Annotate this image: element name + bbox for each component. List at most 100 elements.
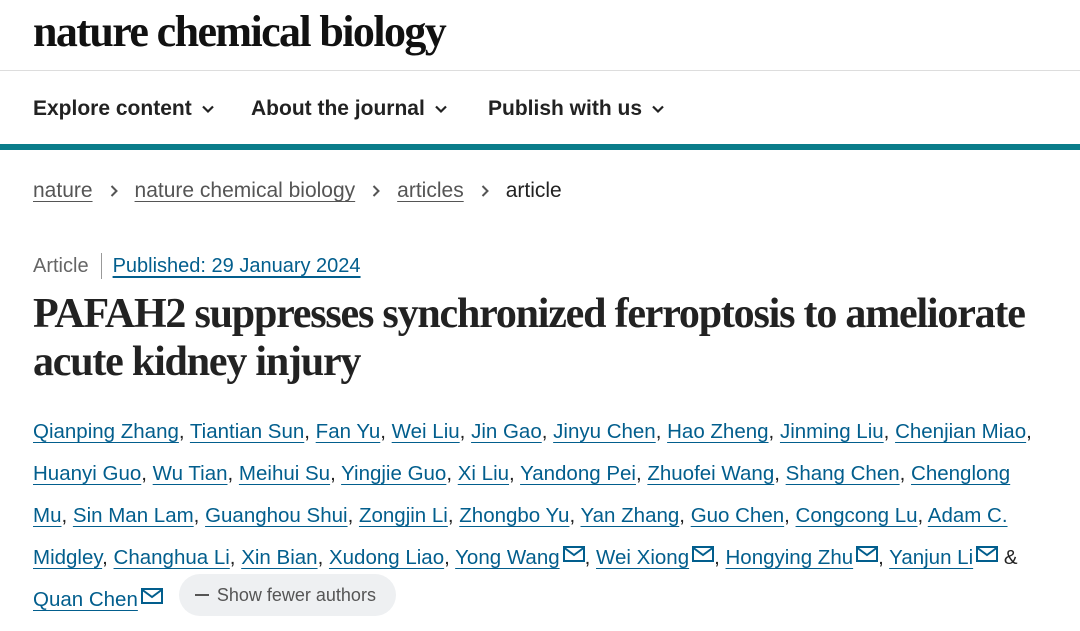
main-nav: Explore content About the journal Publis… (0, 71, 1080, 145)
breadcrumb: nature nature chemical biology articles … (33, 178, 562, 204)
author-name-link[interactable]: Wei Liu (392, 420, 460, 443)
author-item: Zhongbo Yu (459, 504, 569, 527)
show-fewer-label: Show fewer authors (216, 584, 376, 605)
author-name-link[interactable]: Xudong Liao (329, 546, 444, 569)
author-item: Wei Liu (392, 420, 460, 443)
article-title: PAFAH2 suppresses synchronized ferroptos… (33, 291, 1026, 385)
author-name-link[interactable]: Shang Chen (786, 462, 900, 485)
author-name-link[interactable]: Wei Xiong (596, 546, 689, 569)
nav-item-label: About the journal (251, 97, 425, 120)
author-item: Sin Man Lam (73, 504, 194, 527)
author-item: Zhuofei Wang (647, 462, 774, 485)
author-name-link[interactable]: Xi Liu (458, 462, 509, 485)
author-item: Chenjian Miao (895, 420, 1026, 443)
author-item: Guo Chen (691, 504, 784, 527)
author-item: Zongjin Li (359, 504, 448, 527)
meta-divider (100, 253, 102, 279)
author-item: Quan Chen (33, 588, 163, 611)
chevron-down-icon (201, 105, 214, 114)
chevron-down-icon (652, 105, 664, 114)
author-name-link[interactable]: Sin Man Lam (73, 504, 194, 527)
author-name-link[interactable]: Jinming Liu (780, 420, 884, 443)
author-item: Jinming Liu (780, 420, 884, 443)
author-name-link[interactable]: Yandong Pei (520, 462, 636, 485)
nav-explore-content[interactable]: Explore content (33, 97, 216, 121)
author-name-link[interactable]: Jinyu Chen (553, 420, 656, 443)
author-item: Shang Chen (786, 462, 900, 485)
author-name-link[interactable]: Quan Chen (33, 588, 138, 611)
author-item: Wu Tian (153, 462, 228, 485)
breadcrumb-journal[interactable]: nature chemical biology (135, 178, 356, 204)
author-item: Yandong Pei (520, 462, 636, 485)
breadcrumb-articles[interactable]: articles (397, 178, 464, 204)
author-item: Tiantian Sun (190, 420, 304, 443)
author-name-link[interactable]: Meihui Su (239, 462, 330, 485)
author-item: Xin Bian (241, 546, 317, 569)
nav-item-label: Publish with us (488, 97, 643, 120)
author-name-link[interactable]: Tiantian Sun (190, 420, 304, 443)
author-name-link[interactable]: Yong Wang (455, 546, 559, 569)
author-item: Congcong Lu (796, 504, 918, 527)
author-item: Jin Gao (471, 420, 542, 443)
author-item: Yan Zhang (581, 504, 680, 527)
author-item: Guanghou Shui (205, 504, 347, 527)
author-name-link[interactable]: Huanyi Guo (33, 462, 141, 485)
journal-logo[interactable]: nature chemical biology (33, 8, 447, 56)
author-item: Yingjie Guo (341, 462, 446, 485)
author-name-link[interactable]: Yanjun Li (889, 546, 973, 569)
author-name-link[interactable]: Guanghou Shui (205, 504, 347, 527)
author-item: Huanyi Guo (33, 462, 141, 485)
author-item: Xi Liu (458, 462, 509, 485)
breadcrumb-nature[interactable]: nature (33, 178, 93, 204)
author-name-link[interactable]: Yingjie Guo (341, 462, 446, 485)
author-name-link[interactable]: Hongying Zhu (726, 546, 854, 569)
author-item: Yong Wang (455, 546, 585, 569)
author-item: Changhua Li (114, 546, 230, 569)
author-list: Qianping Zhang, Tiantian Sun, Fan Yu, We… (33, 411, 1043, 622)
author-name-link[interactable]: Yan Zhang (581, 504, 680, 527)
author-item: Hongying Zhu (726, 546, 879, 569)
mail-icon[interactable] (976, 546, 999, 562)
author-name-link[interactable]: Chenjian Miao (895, 420, 1026, 443)
author-name-link[interactable]: Zhuofei Wang (647, 462, 774, 485)
author-name-link[interactable]: Zhongbo Yu (459, 504, 569, 527)
author-separator: & (1003, 546, 1018, 569)
author-item: Fan Yu (316, 420, 381, 443)
nav-item-label: Explore content (33, 97, 192, 120)
author-name-link[interactable]: Changhua Li (114, 546, 230, 569)
chevron-down-icon (435, 105, 447, 114)
chevron-right-icon (372, 185, 381, 197)
author-item: Hao Zheng (667, 420, 768, 443)
author-item: Jinyu Chen (553, 420, 656, 443)
masthead: nature chemical biology (0, 0, 1080, 71)
nav-accent-rule (0, 144, 1080, 150)
mail-icon[interactable] (692, 546, 715, 562)
author-name-link[interactable]: Zongjin Li (359, 504, 448, 527)
author-item: Qianping Zhang (33, 420, 179, 443)
breadcrumb-current: article (505, 179, 562, 202)
author-name-link[interactable]: Wu Tian (153, 462, 228, 485)
author-name-link[interactable]: Hao Zheng (667, 420, 768, 443)
author-name-link[interactable]: Jin Gao (471, 420, 542, 443)
mail-icon[interactable] (562, 546, 585, 562)
author-name-link[interactable]: Congcong Lu (796, 504, 918, 527)
nav-about-the-journal[interactable]: About the journal (251, 97, 449, 121)
mail-icon[interactable] (140, 588, 163, 604)
author-item: Wei Xiong (596, 546, 715, 569)
minus-icon (194, 593, 209, 596)
article-type: Article (33, 255, 89, 277)
published-date-link[interactable]: Published: 29 January 2024 (113, 253, 361, 279)
chevron-right-icon (110, 185, 118, 197)
chevron-right-icon (481, 185, 489, 197)
author-name-link[interactable]: Fan Yu (316, 420, 381, 443)
author-item: Xudong Liao (329, 546, 444, 569)
mail-icon[interactable] (856, 546, 879, 562)
author-item: Meihui Su (239, 462, 330, 485)
nav-publish-with-us[interactable]: Publish with us (488, 97, 666, 121)
author-name-link[interactable]: Qianping Zhang (33, 420, 179, 443)
show-fewer-authors-button[interactable]: Show fewer authors (178, 573, 396, 616)
author-name-link[interactable]: Xin Bian (241, 546, 317, 569)
article-meta: Article Published: 29 January 2024 (33, 253, 361, 279)
author-name-link[interactable]: Guo Chen (691, 504, 784, 527)
author-item: Yanjun Li (889, 546, 999, 569)
